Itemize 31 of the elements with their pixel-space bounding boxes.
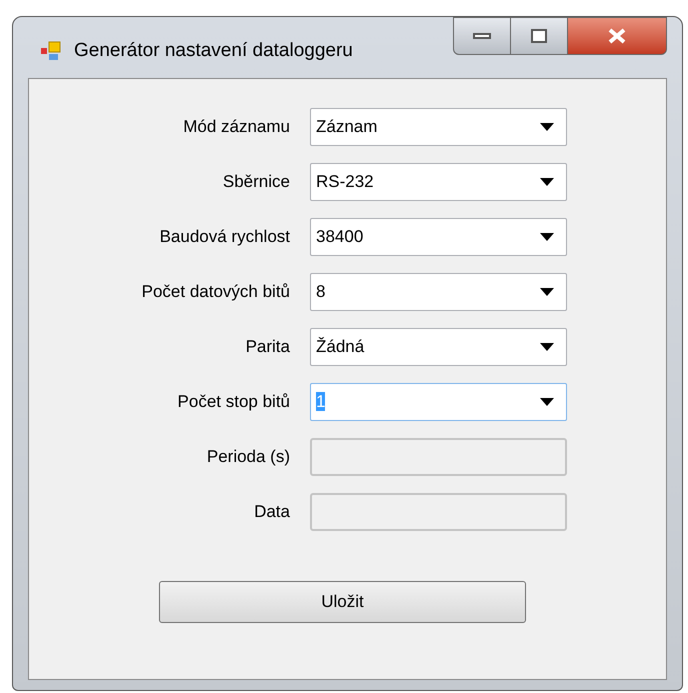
save-button[interactable]: Uložit <box>159 581 526 623</box>
field-label: Perioda (s) <box>206 446 291 468</box>
close-icon[interactable] <box>607 28 627 44</box>
dropdown[interactable]: Žádná <box>310 328 567 366</box>
field-label: Počet datových bitů <box>140 280 291 303</box>
dropdown[interactable]: RS-232 <box>310 162 567 200</box>
close-button[interactable] <box>567 17 667 55</box>
field-label: Počet stop bitů <box>176 390 291 413</box>
maximize-button[interactable] <box>511 17 567 55</box>
dropdown-arrow-icon[interactable] <box>540 288 554 296</box>
dropdown-value: Žádná <box>316 336 366 358</box>
dropdown-value: 8 <box>316 280 326 303</box>
dropdown-value: 1 <box>316 390 326 413</box>
dropdown-value: RS-232 <box>316 170 375 193</box>
field-label: Baudová rychlost <box>158 226 291 248</box>
field-label: Data <box>253 500 291 523</box>
dropdown-arrow-icon[interactable] <box>540 122 554 130</box>
field-label: Parita <box>244 336 291 358</box>
dropdown-arrow-icon[interactable] <box>540 342 554 350</box>
dropdown[interactable]: Záznam <box>310 108 567 146</box>
minimize-button[interactable] <box>453 17 511 55</box>
field-label: Sběrnice <box>222 170 291 193</box>
dropdown-arrow-icon[interactable] <box>540 232 554 240</box>
dropdown-arrow-icon[interactable] <box>540 398 554 406</box>
dropdown[interactable]: 38400 <box>310 218 567 256</box>
dropdown[interactable]: 8 <box>310 272 567 310</box>
field-label: Mód záznamu <box>182 116 291 138</box>
dropdown-value: Záznam <box>316 116 378 138</box>
window-title: Generátor nastavení dataloggeru <box>74 39 353 63</box>
dropdown-value: 38400 <box>316 226 364 248</box>
dropdown-arrow-icon[interactable] <box>540 178 554 186</box>
